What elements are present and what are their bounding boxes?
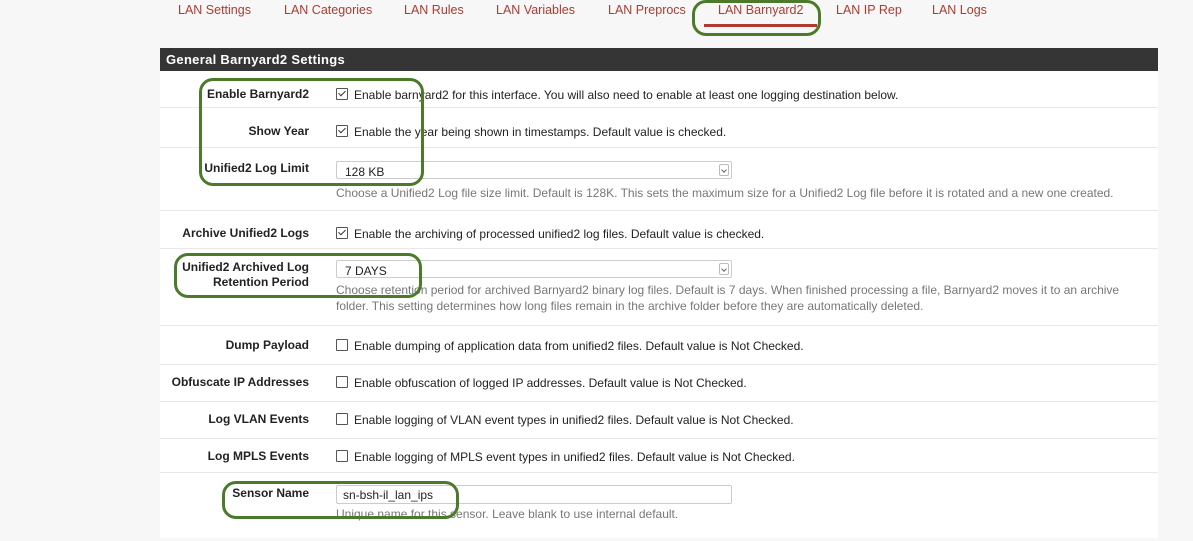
archive-unified2-logs-label: Archive Unified2 Logs (182, 226, 309, 240)
row-log-vlan-events: Log VLAN Events Enable logging of VLAN e… (160, 402, 1158, 439)
sensor-name-help: Unique name for this sensor. Leave blank… (336, 507, 679, 521)
chevron-down-icon (719, 164, 729, 176)
row-log-mpls-events: Log MPLS Events Enable logging of MPLS e… (160, 439, 1158, 473)
archived-log-retention-value: 7 DAYS (345, 264, 387, 278)
barnyard2-settings-panel: General Barnyard2 Settings Enable Barnya… (160, 48, 1158, 538)
archived-log-retention-label: Unified2 Archived Log Retention Period (182, 261, 309, 289)
tab-lan-barnyard2[interactable]: LAN Barnyard2 (703, 3, 819, 27)
dump-payload-desc: Enable dumping of application data from … (354, 339, 804, 353)
log-mpls-events-label: Log MPLS Events (207, 449, 309, 463)
archive-unified2-logs-desc: Enable the archiving of processed unifie… (354, 227, 765, 241)
dump-payload-label: Dump Payload (225, 338, 309, 352)
archived-log-retention-label-line1: Unified2 Archived Log (182, 260, 309, 274)
row-sensor-name: Sensor Name Unique name for this sensor.… (160, 473, 1158, 537)
dump-payload-checkbox[interactable] (336, 339, 348, 351)
row-archived-log-retention: Unified2 Archived Log Retention Period 7… (160, 249, 1158, 326)
archived-log-retention-help-line2: folder. This setting determines how long… (336, 299, 924, 313)
tab-lan-variables[interactable]: LAN Variables (496, 3, 575, 17)
sensor-name-label: Sensor Name (232, 486, 309, 500)
row-archive-unified2-logs: Archive Unified2 Logs Enable the archivi… (160, 211, 1158, 249)
log-mpls-events-checkbox[interactable] (336, 450, 348, 462)
tab-lan-logs[interactable]: LAN Logs (932, 3, 987, 17)
log-vlan-events-label: Log VLAN Events (208, 412, 309, 426)
tab-lan-ip-rep[interactable]: LAN IP Rep (836, 3, 902, 17)
enable-barnyard2-desc: Enable barnyard2 for this interface. You… (354, 88, 899, 102)
unified2-log-limit-help: Choose a Unified2 Log file size limit. D… (336, 186, 1114, 200)
show-year-checkbox[interactable] (336, 125, 348, 137)
obfuscate-ip-checkbox[interactable] (336, 376, 348, 388)
panel-title: General Barnyard2 Settings (160, 48, 1158, 71)
tab-lan-settings[interactable]: LAN Settings (178, 3, 251, 17)
log-vlan-events-desc: Enable logging of VLAN event types in un… (354, 413, 794, 427)
archive-unified2-logs-checkbox[interactable] (336, 227, 348, 239)
row-show-year: Show Year Enable the year being shown in… (160, 108, 1158, 148)
tab-bar: LAN Settings LAN Categories LAN Rules LA… (0, 0, 1193, 40)
archived-log-retention-label-line2: Retention Period (212, 275, 309, 289)
log-vlan-events-checkbox[interactable] (336, 413, 348, 425)
row-dump-payload: Dump Payload Enable dumping of applicati… (160, 326, 1158, 365)
obfuscate-ip-label: Obfuscate IP Addresses (171, 375, 309, 389)
row-unified2-log-limit: Unified2 Log Limit 128 KB Choose a Unifi… (160, 148, 1158, 211)
unified2-log-limit-label: Unified2 Log Limit (204, 161, 309, 175)
unified2-log-limit-select[interactable]: 128 KB (336, 161, 732, 179)
tab-lan-rules[interactable]: LAN Rules (404, 3, 464, 17)
chevron-down-icon (719, 263, 729, 275)
row-obfuscate-ip: Obfuscate IP Addresses Enable obfuscatio… (160, 365, 1158, 402)
show-year-label: Show Year (248, 124, 309, 138)
unified2-log-limit-value: 128 KB (345, 165, 385, 179)
enable-barnyard2-checkbox[interactable] (336, 88, 348, 100)
show-year-desc: Enable the year being shown in timestamp… (354, 125, 727, 139)
enable-barnyard2-label: Enable Barnyard2 (206, 87, 309, 101)
obfuscate-ip-desc: Enable obfuscation of logged IP addresse… (354, 376, 747, 390)
archived-log-retention-help-line1: Choose retention period for archived Bar… (336, 283, 1120, 297)
log-mpls-events-desc: Enable logging of MPLS event types in un… (354, 450, 795, 464)
row-enable-barnyard2: Enable Barnyard2 Enable barnyard2 for th… (160, 71, 1158, 108)
archived-log-retention-select[interactable]: 7 DAYS (336, 260, 732, 278)
tab-lan-categories[interactable]: LAN Categories (284, 3, 372, 17)
tab-lan-preprocs[interactable]: LAN Preprocs (608, 3, 686, 17)
sensor-name-input[interactable] (336, 485, 732, 504)
